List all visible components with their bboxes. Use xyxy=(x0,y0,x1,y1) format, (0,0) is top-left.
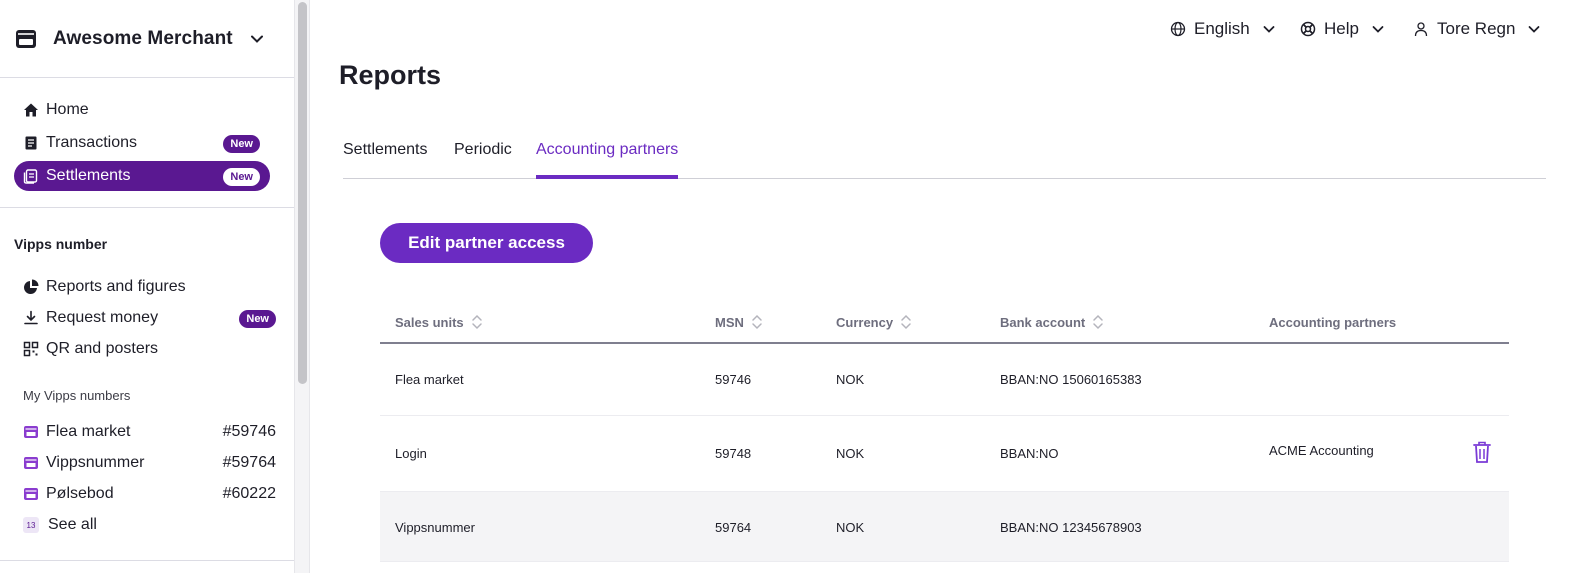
cell-msn: 59746 xyxy=(715,372,752,387)
help-menu[interactable]: Help xyxy=(1300,18,1385,40)
nav-item-home[interactable]: Home xyxy=(14,95,270,125)
divider xyxy=(0,207,294,208)
section-title-vipps-number: Vipps number xyxy=(14,236,108,252)
cell-bank-account: BBAN:NO 12345678903 xyxy=(1000,520,1142,535)
tab-periodic[interactable]: Periodic xyxy=(454,141,512,179)
cell-sales-unit: Flea market xyxy=(395,372,464,387)
qr-icon xyxy=(23,341,39,357)
scrollbar-thumb[interactable] xyxy=(298,2,307,384)
sidebar: Awesome Merchant Home Transactions New S… xyxy=(0,0,294,573)
nav-item-request-money[interactable]: Request money New xyxy=(14,303,276,333)
sort-icon xyxy=(471,314,482,330)
chevron-down-icon xyxy=(1372,26,1384,33)
nav-item-qr-and-posters[interactable]: QR and posters xyxy=(14,334,270,364)
user-icon xyxy=(1414,22,1428,37)
pie-chart-icon xyxy=(24,279,39,294)
column-header-bank-account[interactable]: Bank account xyxy=(1000,313,1104,331)
language-label: English xyxy=(1194,19,1250,38)
cell-msn: 59764 xyxy=(715,520,752,535)
nav-label-transactions: Transactions xyxy=(46,134,137,151)
user-menu[interactable]: Tore Regn xyxy=(1413,18,1541,40)
new-badge: New xyxy=(239,310,276,328)
column-label: Accounting partners xyxy=(1269,315,1397,330)
nav-label-request-money: Request money xyxy=(46,309,159,326)
column-label: Sales units xyxy=(395,314,464,330)
cell-sales-unit: Vippsnummer xyxy=(395,520,475,535)
store-icon xyxy=(24,488,38,500)
trash-icon[interactable] xyxy=(1472,440,1492,464)
vipps-number-id: #59746 xyxy=(222,423,276,440)
store-icon xyxy=(24,457,38,469)
vipps-number-id: #60222 xyxy=(222,485,276,502)
help-label: Help xyxy=(1324,19,1359,38)
store-icon xyxy=(24,426,38,438)
tab-settlements[interactable]: Settlements xyxy=(343,141,427,179)
home-icon xyxy=(24,103,38,117)
column-label: Currency xyxy=(836,314,894,330)
new-badge: New xyxy=(223,135,260,153)
nav-label-home: Home xyxy=(46,101,89,118)
chevron-down-icon xyxy=(1529,26,1540,33)
vipps-number-label: Flea market xyxy=(46,423,131,440)
edit-partner-access-button[interactable]: Edit partner access xyxy=(380,223,593,263)
my-vipps-numbers-title: My Vipps numbers xyxy=(23,388,131,403)
nav-item-transactions[interactable]: Transactions New xyxy=(14,128,270,158)
language-selector[interactable]: English xyxy=(1170,18,1276,40)
nav-item-reports-and-figures[interactable]: Reports and figures xyxy=(14,272,270,302)
page-title: Reports xyxy=(339,60,442,90)
cell-bank-account: BBAN:NO 15060165383 xyxy=(1000,372,1142,387)
column-header-sales-units[interactable]: Sales units xyxy=(395,313,483,331)
download-icon xyxy=(24,310,38,325)
sort-icon xyxy=(901,314,911,330)
chevron-down-icon xyxy=(251,35,263,43)
vipps-number-item[interactable]: Flea market #59746 xyxy=(14,418,276,446)
merchant-name: Awesome Merchant xyxy=(53,27,233,49)
store-icon xyxy=(16,29,36,48)
nav-item-settlements[interactable]: Settlements New xyxy=(14,161,270,191)
chevron-down-icon xyxy=(1263,26,1275,33)
column-header-msn[interactable]: MSN xyxy=(715,313,763,331)
cell-sales-unit: Login xyxy=(395,446,427,461)
sidebar-scrollbar[interactable] xyxy=(294,0,310,573)
cell-accounting-partner: ACME Accounting xyxy=(1269,443,1374,458)
vipps-number-label: Vippsnummer xyxy=(46,454,145,471)
settlement-icon xyxy=(23,169,38,184)
nav-label-reports-and-figures: Reports and figures xyxy=(46,278,186,295)
sort-icon xyxy=(1093,314,1103,330)
divider xyxy=(0,560,294,561)
cell-bank-account: BBAN:NO xyxy=(1000,446,1059,461)
globe-icon xyxy=(1170,21,1186,37)
see-all-label: See all xyxy=(48,516,97,533)
column-label: MSN xyxy=(715,314,744,330)
vipps-number-item[interactable]: Vippsnummer #59764 xyxy=(14,449,276,477)
tab-accounting-partners[interactable]: Accounting partners xyxy=(536,141,679,179)
tab-bar: Settlements Periodic Accounting partners xyxy=(343,141,1546,179)
user-name: Tore Regn xyxy=(1437,19,1516,38)
cell-currency: NOK xyxy=(836,446,865,461)
merchant-selector[interactable]: Awesome Merchant xyxy=(0,0,294,78)
vipps-number-label: Pølsebod xyxy=(46,485,114,502)
vipps-number-id: #59764 xyxy=(222,454,276,471)
new-badge: New xyxy=(223,168,260,186)
cell-currency: NOK xyxy=(836,520,865,535)
table-row[interactable]: Login 59748 NOK BBAN:NO ACME Accounting xyxy=(380,416,1509,492)
nav-label-qr-and-posters: QR and posters xyxy=(46,340,159,357)
table-row[interactable]: Vippsnummer 59764 NOK BBAN:NO 1234567890… xyxy=(380,492,1509,562)
column-label: Bank account xyxy=(1000,314,1086,330)
help-lifebuoy-icon xyxy=(1300,21,1316,37)
see-all-link[interactable]: 13 See all xyxy=(14,511,276,539)
receipt-icon xyxy=(25,136,37,150)
nav-label-settlements: Settlements xyxy=(46,167,131,184)
table-row[interactable]: Flea market 59746 NOK BBAN:NO 1506016538… xyxy=(380,344,1509,416)
cell-msn: 59748 xyxy=(715,446,752,461)
vipps-number-item[interactable]: Pølsebod #60222 xyxy=(14,480,276,508)
sort-icon xyxy=(752,314,762,330)
cell-currency: NOK xyxy=(836,372,865,387)
accounting-partners-table: Sales units MSN Currency Bank account Ac… xyxy=(380,300,1509,562)
table-header: Sales units MSN Currency Bank account Ac… xyxy=(380,300,1509,344)
column-header-accounting-partners: Accounting partners xyxy=(1269,315,1396,330)
column-header-currency[interactable]: Currency xyxy=(836,313,912,331)
count-badge: 13 xyxy=(23,517,39,533)
